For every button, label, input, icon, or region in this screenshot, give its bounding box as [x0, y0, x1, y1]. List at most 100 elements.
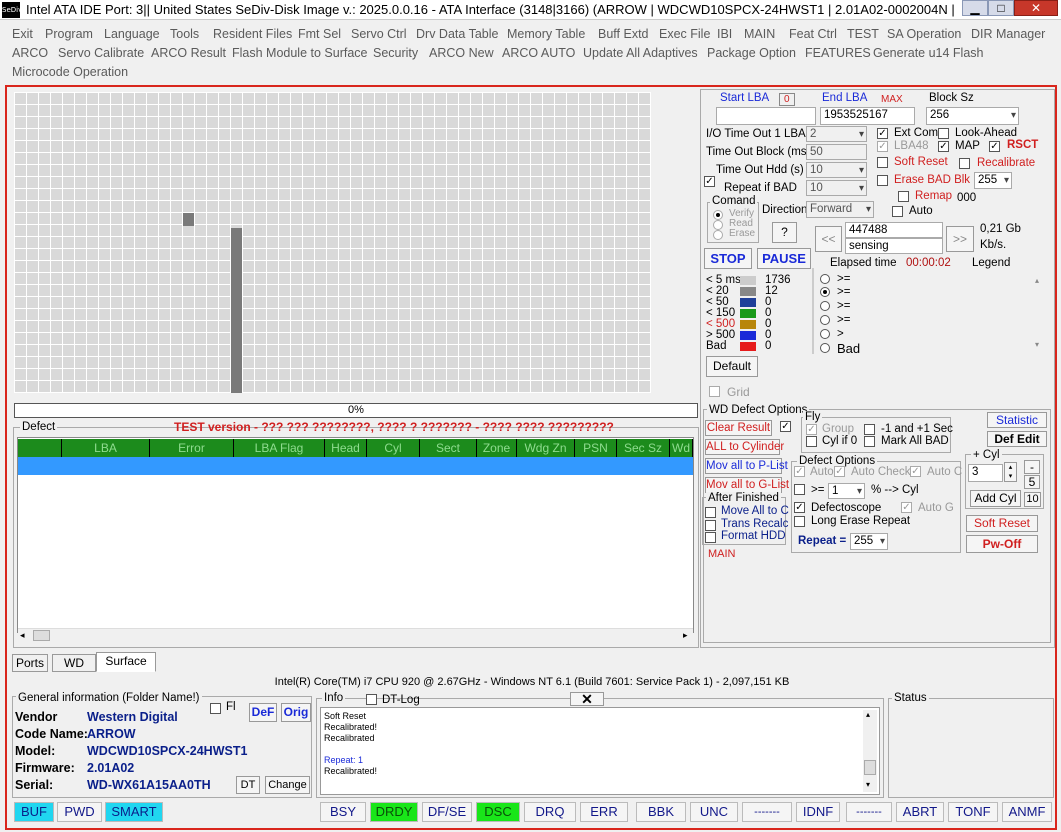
- op-radio-6[interactable]: [820, 343, 830, 353]
- trans-checkbox[interactable]: [705, 520, 716, 531]
- all-to-cylinder-button[interactable]: ALL to Cylinder: [705, 439, 784, 455]
- col-sec-sz[interactable]: Sec Sz: [617, 439, 670, 457]
- menu-servo-ctrl[interactable]: Servo Ctrl: [351, 27, 407, 41]
- info-scroll-up-icon[interactable]: ▴: [866, 710, 870, 719]
- ge-select[interactable]: 1: [828, 483, 865, 499]
- menu-language[interactable]: Language: [104, 27, 160, 41]
- help-button[interactable]: ?: [772, 222, 797, 243]
- move-g-list-button[interactable]: Mov all to G-List: [705, 477, 789, 493]
- op-radio-5[interactable]: [820, 329, 830, 339]
- scroll-thumb[interactable]: [33, 630, 50, 641]
- auto-checkbox[interactable]: [892, 206, 903, 217]
- minimize-button[interactable]: ▁: [962, 0, 988, 16]
- menu-dir-manager[interactable]: DIR Manager: [971, 27, 1045, 41]
- cyl-plus-button[interactable]: -: [1024, 460, 1040, 474]
- dt-button[interactable]: DT: [236, 776, 260, 794]
- def-button[interactable]: DeF: [249, 703, 277, 722]
- op-radio-1[interactable]: [820, 274, 830, 284]
- verify-radio[interactable]: [713, 210, 723, 220]
- legend-scrollbar[interactable]: ▴ ▾: [1033, 276, 1045, 350]
- col-wd[interactable]: Wd: [670, 439, 693, 457]
- menu-resident-files[interactable]: Resident Files: [213, 27, 292, 41]
- ge-checkbox[interactable]: [794, 484, 805, 495]
- menu-flash-module[interactable]: Flash Module to Surface: [232, 46, 368, 60]
- stop-button[interactable]: STOP: [704, 248, 752, 269]
- scroll-right-icon[interactable]: ▸: [683, 630, 688, 641]
- rsct-checkbox[interactable]: ✓: [989, 141, 1000, 152]
- defectoscope-checkbox[interactable]: ✓: [794, 502, 805, 513]
- auto-opt-checkbox[interactable]: ✓: [794, 466, 805, 477]
- change-button[interactable]: Change: [265, 776, 310, 794]
- menu-arco-auto[interactable]: ARCO AUTO: [502, 46, 575, 60]
- close-button[interactable]: ✕: [1014, 0, 1058, 16]
- auto-check-checkbox[interactable]: ✓: [834, 466, 845, 477]
- format-hdd-checkbox[interactable]: [705, 532, 716, 543]
- erase-bad-select[interactable]: 255: [974, 172, 1012, 189]
- op-radio-3[interactable]: [820, 301, 830, 311]
- col-cyl[interactable]: Cyl: [367, 439, 420, 457]
- direction-select[interactable]: Forward: [806, 201, 874, 218]
- menu-tools[interactable]: Tools: [170, 27, 199, 41]
- maximize-button[interactable]: □: [988, 0, 1014, 16]
- menu-arco[interactable]: ARCO: [12, 46, 48, 60]
- repeat-select[interactable]: 255: [850, 533, 888, 550]
- mark-all-bad-checkbox[interactable]: [864, 436, 875, 447]
- menu-exit[interactable]: Exit: [12, 27, 33, 41]
- menu-sa-operation[interactable]: SA Operation: [887, 27, 961, 41]
- scroll-left-icon[interactable]: ◂: [20, 630, 25, 641]
- soft-reset-button[interactable]: Soft Reset: [966, 515, 1038, 532]
- menu-servo-calibrate[interactable]: Servo Calibrate: [58, 46, 144, 60]
- read-radio[interactable]: [713, 220, 723, 230]
- move-p-list-button[interactable]: Mov all to P-List: [705, 458, 788, 474]
- auto-c-checkbox[interactable]: ✓: [910, 466, 921, 477]
- menu-main[interactable]: MAIN: [744, 27, 775, 41]
- grid-checkbox[interactable]: [709, 386, 720, 397]
- menu-fmt-sel[interactable]: Fmt Sel: [298, 27, 341, 41]
- orig-button[interactable]: Orig: [281, 703, 311, 722]
- col-zone[interactable]: Zone: [477, 439, 517, 457]
- group-checkbox[interactable]: ✓: [806, 424, 817, 435]
- clear-result-button[interactable]: Clear Result: [705, 420, 772, 436]
- add-cyl-value[interactable]: 10: [1024, 492, 1041, 507]
- scroll-down-icon[interactable]: ▾: [1035, 340, 1039, 349]
- pause-button[interactable]: PAUSE: [757, 248, 811, 269]
- ext-com-checkbox[interactable]: ✓: [877, 128, 888, 139]
- tab-surface[interactable]: Surface: [96, 652, 156, 672]
- statistic-button[interactable]: Statistic: [987, 412, 1047, 428]
- menu-arco-result[interactable]: ARCO Result: [151, 46, 226, 60]
- menu-features[interactable]: FEATURES: [805, 46, 871, 60]
- repeat-bad-checkbox[interactable]: ✓: [704, 176, 715, 187]
- info-scroll-thumb[interactable]: [864, 760, 876, 775]
- menu-update-adaptives[interactable]: Update All Adaptives: [583, 46, 698, 60]
- repeat-bad-select[interactable]: 10: [806, 180, 867, 196]
- menu-package-option[interactable]: Package Option: [707, 46, 796, 60]
- timeout-block-input[interactable]: 50: [806, 144, 867, 160]
- start-lba-zero[interactable]: 0: [779, 93, 795, 106]
- menu-exec-file[interactable]: Exec File: [659, 27, 710, 41]
- info-scrollbar[interactable]: ▴ ▾: [863, 710, 877, 792]
- soft-reset-checkbox[interactable]: [877, 157, 888, 168]
- menu-drv-data-table[interactable]: Drv Data Table: [416, 27, 498, 41]
- move-all-checkbox[interactable]: [705, 507, 716, 518]
- look-ahead-checkbox[interactable]: [938, 128, 949, 139]
- recalibrate-checkbox[interactable]: [959, 158, 970, 169]
- cyl-if-0-checkbox[interactable]: [806, 436, 817, 447]
- col-wdg-zn[interactable]: Wdg Zn: [517, 439, 575, 457]
- long-erase-checkbox[interactable]: [794, 516, 805, 527]
- cyl-input[interactable]: 3: [968, 464, 1003, 482]
- menu-microcode[interactable]: Microcode Operation: [12, 65, 128, 79]
- auto-g-checkbox[interactable]: ✓: [901, 502, 912, 513]
- def-edit-button[interactable]: Def Edit: [987, 431, 1047, 447]
- fl-checkbox[interactable]: [210, 703, 221, 714]
- menu-program[interactable]: Program: [45, 27, 93, 41]
- scroll-up-icon[interactable]: ▴: [1035, 276, 1039, 285]
- menu-buff-extd[interactable]: Buff Extd: [598, 27, 649, 41]
- map-checkbox[interactable]: ✓: [938, 141, 949, 152]
- col-error[interactable]: Error: [150, 439, 234, 457]
- menu-test[interactable]: TEST: [847, 27, 879, 41]
- menu-memory-table[interactable]: Memory Table: [507, 27, 585, 41]
- op-radio-4[interactable]: [820, 315, 830, 325]
- io-timeout-select[interactable]: 2: [806, 126, 867, 142]
- start-lba-input[interactable]: [716, 107, 816, 125]
- tab-ports[interactable]: Ports: [12, 654, 48, 672]
